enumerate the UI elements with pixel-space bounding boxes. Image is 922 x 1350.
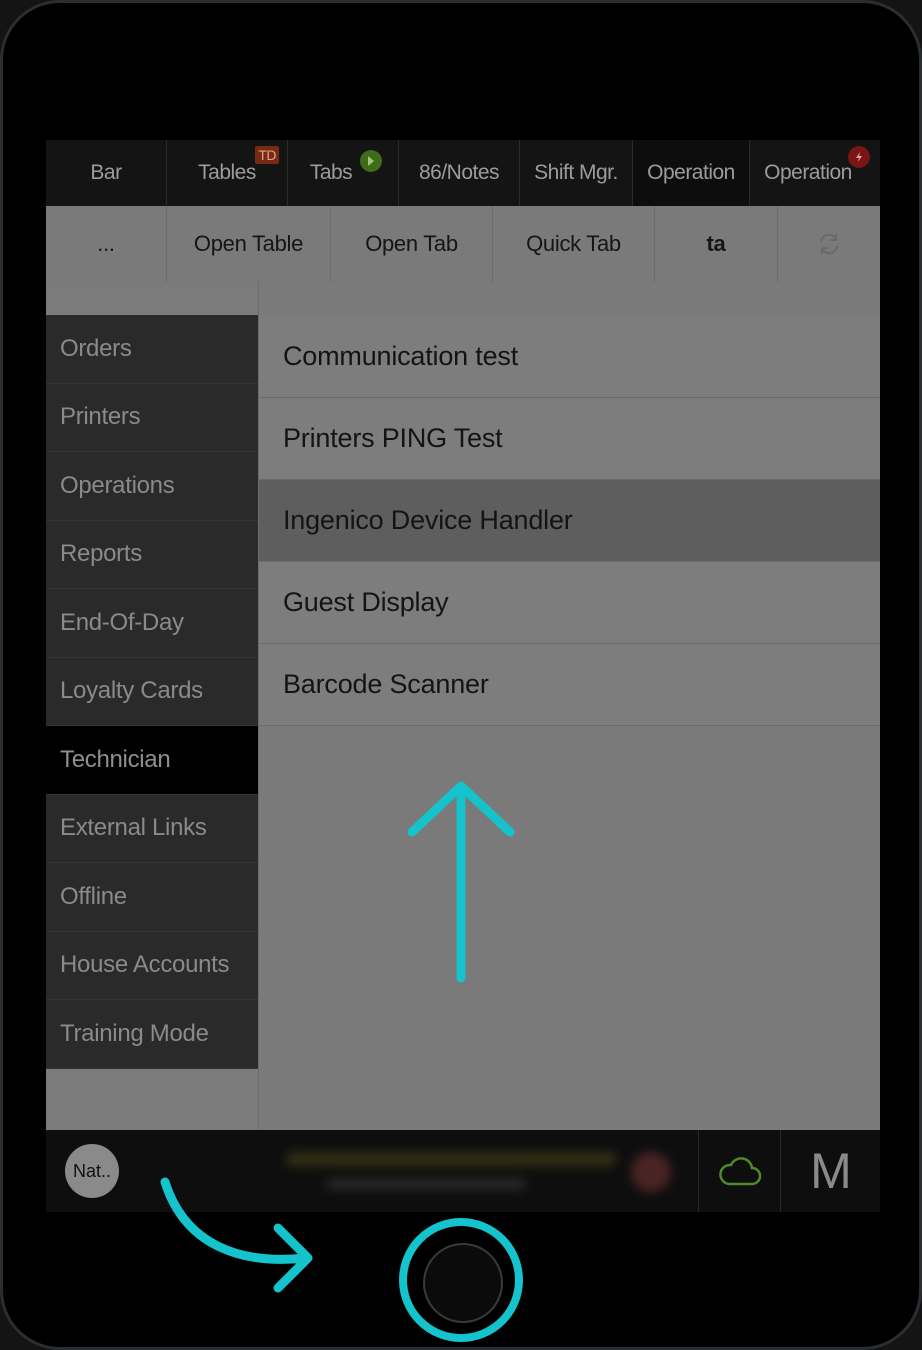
tag-badge-icon	[360, 150, 382, 172]
sidebar-item-label: Training Mode	[60, 1019, 209, 1047]
list-item-communication-test[interactable]: Communication test	[259, 316, 880, 398]
sidebar-item-label: Loyalty Cards	[60, 677, 203, 705]
list-item-label: Barcode Scanner	[283, 669, 489, 699]
list-item-guest-display[interactable]: Guest Display	[259, 562, 880, 644]
sidebar-item-label: Operations	[60, 471, 175, 499]
quick-tab-label: Quick Tab	[526, 231, 621, 256]
tab-86-notes[interactable]: 86/Notes	[399, 140, 520, 206]
sidebar-item-reports[interactable]: Reports	[46, 520, 258, 589]
sidebar-item-label: End-Of-Day	[60, 608, 184, 636]
open-table-label: Open Table	[193, 231, 304, 256]
more-button-label: ...	[97, 231, 115, 256]
blurred-status-info	[286, 1144, 671, 1194]
tab-label: Tabs	[309, 161, 353, 184]
sidebar-item-external-links[interactable]: External Links	[46, 794, 258, 863]
top-navigation: Bar Tables TD Tabs 86/Notes Shift Mgr. O…	[46, 140, 880, 206]
ta-button[interactable]: ta	[655, 206, 778, 282]
tab-tables[interactable]: Tables TD	[167, 140, 288, 206]
tab-operation-alert[interactable]: Operation	[750, 140, 880, 206]
list-item-label: Printers PING Test	[283, 423, 503, 453]
sidebar-item-operations[interactable]: Operations	[46, 452, 258, 521]
technician-list: Communication test Printers PING Test In…	[259, 316, 880, 726]
device-frame: Bar Tables TD Tabs 86/Notes Shift Mgr. O…	[0, 0, 922, 1350]
list-item-ingenico-device-handler[interactable]: Ingenico Device Handler	[259, 480, 880, 562]
avatar-label: Nat..	[72, 1160, 111, 1181]
list-item-printers-ping-test[interactable]: Printers PING Test	[259, 398, 880, 480]
tab-operation[interactable]: Operation	[633, 140, 750, 206]
sidebar-item-label: Reports	[60, 540, 142, 568]
open-tab-label: Open Tab	[365, 231, 458, 256]
sidebar-item-technician[interactable]: Technician	[46, 726, 258, 795]
technician-panel: Communication test Printers PING Test In…	[259, 282, 880, 1130]
sidebar-item-loyalty-cards[interactable]: Loyalty Cards	[46, 657, 258, 726]
quick-tab-button[interactable]: Quick Tab	[493, 206, 655, 282]
sidebar-item-label: External Links	[60, 814, 207, 842]
sidebar-item-label: Technician	[60, 745, 171, 773]
open-table-button[interactable]: Open Table	[167, 206, 331, 282]
list-item-label: Ingenico Device Handler	[283, 505, 573, 535]
refresh-button[interactable]	[778, 206, 880, 282]
tab-label: 86/Notes	[418, 161, 500, 184]
tab-tabs[interactable]: Tabs	[288, 140, 399, 206]
sidebar-item-label: Offline	[60, 882, 127, 910]
app-screen: Bar Tables TD Tabs 86/Notes Shift Mgr. O…	[46, 140, 880, 1212]
sidebar-item-label: House Accounts	[60, 951, 230, 979]
sidebar-item-offline[interactable]: Offline	[46, 863, 258, 932]
tab-label: Shift Mgr.	[534, 161, 618, 184]
sidebar-item-label: Printers	[60, 403, 141, 431]
cloud-icon	[719, 1157, 762, 1186]
refresh-icon	[820, 233, 838, 255]
tab-shift-mgr[interactable]: Shift Mgr.	[520, 140, 633, 206]
list-item-label: Guest Display	[283, 587, 449, 617]
sidebar-item-label: Orders	[60, 334, 132, 362]
tab-bar[interactable]: Bar	[46, 140, 167, 206]
tab-label: Bar	[90, 161, 122, 184]
cloud-sync-button[interactable]	[698, 1130, 781, 1212]
tab-label: Operation	[764, 161, 852, 184]
sidebar-item-printers[interactable]: Printers	[46, 383, 258, 452]
more-button[interactable]: ...	[46, 206, 167, 282]
list-item-label: Communication test	[283, 341, 518, 371]
sidebar-item-end-of-day[interactable]: End-Of-Day	[46, 589, 258, 658]
tab-label: Operation	[647, 161, 735, 184]
ta-button-label: ta	[706, 231, 726, 256]
sidebar-item-house-accounts[interactable]: House Accounts	[46, 931, 258, 1000]
open-tab-button[interactable]: Open Tab	[331, 206, 493, 282]
list-item-barcode-scanner[interactable]: Barcode Scanner	[259, 644, 880, 726]
home-button[interactable]	[423, 1243, 503, 1323]
sidebar-menu: Orders Printers Operations Reports End-O…	[46, 315, 258, 1069]
action-toolbar: ... Open Table Open Tab Quick Tab ta	[46, 206, 880, 283]
sidebar-item-orders[interactable]: Orders	[46, 315, 258, 384]
tab-label: Tables	[198, 161, 256, 184]
user-avatar[interactable]: Nat..	[65, 1144, 119, 1198]
alert-badge-icon	[848, 146, 870, 168]
menu-m-button[interactable]: M	[780, 1130, 880, 1212]
sidebar-area: Orders Printers Operations Reports End-O…	[46, 282, 259, 1130]
m-label: M	[810, 1143, 852, 1199]
sidebar-item-training-mode[interactable]: Training Mode	[46, 1000, 258, 1069]
tables-badge: TD	[255, 146, 279, 164]
bottom-status-bar: Nat.. M	[46, 1130, 880, 1212]
